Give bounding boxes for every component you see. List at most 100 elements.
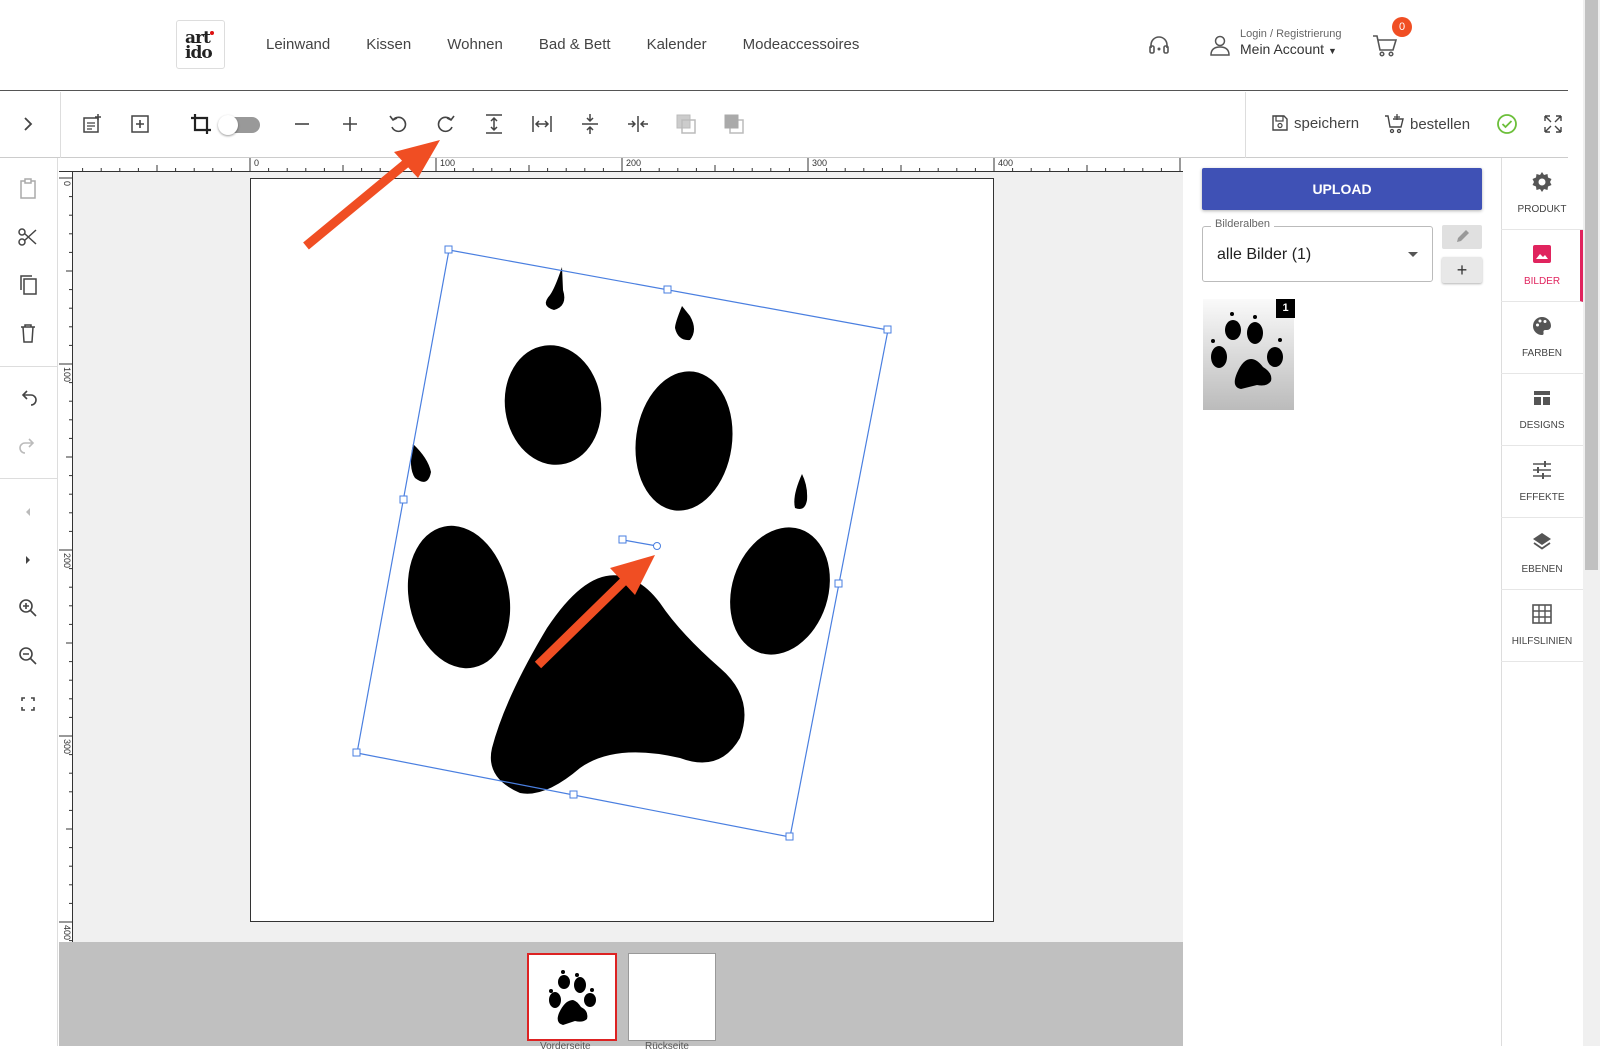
cart-add-icon <box>1385 114 1404 134</box>
center-vertical-icon[interactable] <box>578 112 602 136</box>
nav-bad-bett[interactable]: Bad & Bett <box>539 36 611 53</box>
add-box-icon[interactable] <box>128 112 152 136</box>
headset-icon[interactable] <box>1147 34 1171 58</box>
rnav-label: EFFEKTE <box>1519 492 1565 503</box>
save-label: speichern <box>1294 114 1360 132</box>
annotation-arrow-rotate <box>303 140 440 250</box>
images-panel <box>1183 158 1501 1046</box>
ruler-top-label-300: 300 <box>812 158 828 168</box>
page-scrollbar[interactable] <box>1583 0 1600 1046</box>
nav-leinwand[interactable]: Leinwand <box>266 36 330 53</box>
account-menu[interactable]: Login / Registrierung Mein Account ▼ <box>1240 28 1342 57</box>
user-icon[interactable] <box>1209 34 1231 56</box>
copy-icon[interactable] <box>16 273 40 297</box>
edit-album-button[interactable] <box>1442 225 1482 249</box>
palette-icon <box>1532 317 1551 335</box>
pages-strip <box>59 942 1183 1046</box>
chevron-right-icon[interactable] <box>18 114 38 134</box>
left-divider-2 <box>0 478 58 479</box>
pencil-icon <box>1457 230 1469 242</box>
crop-toggle-switch[interactable] <box>218 115 260 135</box>
gear-icon <box>1532 172 1552 192</box>
fit-screen-icon[interactable] <box>16 692 40 716</box>
chevron-down-icon: ▼ <box>1327 46 1337 57</box>
ruler-top-label-0: 0 <box>254 158 260 168</box>
save-button[interactable]: speichern <box>1270 113 1359 133</box>
nav-wohnen[interactable]: Wohnen <box>447 36 503 53</box>
redo-icon[interactable] <box>16 435 40 459</box>
page-label-front: Vorderseite <box>540 1041 591 1052</box>
zoom-in-icon[interactable] <box>16 596 40 620</box>
artido-logo[interactable]: art ido <box>176 20 225 69</box>
rnav-produkt[interactable]: PRODUKT <box>1501 158 1583 230</box>
nav-kissen[interactable]: Kissen <box>366 36 411 53</box>
page-thumb-front[interactable] <box>527 953 617 1041</box>
rnav-label: BILDER <box>1523 276 1561 287</box>
order-label: bestellen <box>1410 115 1471 133</box>
rnav-label: EBENEN <box>1521 564 1563 575</box>
add-album-button[interactable]: + <box>1442 257 1482 283</box>
bring-forward-icon[interactable] <box>674 112 698 136</box>
rnav-farben[interactable]: FARBEN <box>1501 302 1583 374</box>
rnav-bilder[interactable]: BILDER <box>1501 230 1583 302</box>
logo-line2: ido <box>185 43 213 63</box>
paste-icon[interactable] <box>16 177 40 201</box>
rnav-designs[interactable]: DESIGNS <box>1501 374 1583 446</box>
save-disk-icon <box>1272 115 1288 131</box>
fit-height-icon[interactable] <box>482 112 506 136</box>
fit-width-icon[interactable] <box>530 112 554 136</box>
previous-icon[interactable] <box>16 500 40 524</box>
rnav-hilfslinien[interactable]: HILFSLINIEN <box>1501 590 1583 662</box>
cut-icon[interactable] <box>16 225 40 249</box>
nav-modeaccessoires[interactable]: Modeaccessoires <box>743 36 860 53</box>
page-label-back: Rückseite <box>645 1041 689 1052</box>
nav-kalender[interactable]: Kalender <box>647 36 707 53</box>
left-divider-1 <box>0 366 58 367</box>
ruler-left-label-0: 0 <box>62 181 72 187</box>
check-circle-icon[interactable] <box>1496 113 1518 135</box>
scrollbar-thumb[interactable] <box>1585 0 1598 570</box>
layers-icon <box>1533 533 1551 550</box>
login-register-label: Login / Registrierung <box>1240 28 1342 40</box>
ruler-horizontal-ticks <box>82 158 1181 172</box>
page-thumb-back[interactable] <box>628 953 716 1041</box>
toolbar-divider <box>60 92 61 158</box>
cart-icon[interactable] <box>1372 34 1398 58</box>
rnav-effekte[interactable]: EFFEKTE <box>1501 446 1583 518</box>
upload-button[interactable]: UPLOAD <box>1202 168 1482 210</box>
cart-count-badge: 0 <box>1392 17 1412 37</box>
ruler-left-label-400: 400 <box>62 925 72 941</box>
rnav-label: FARBEN <box>1521 348 1562 359</box>
fullscreen-icon[interactable] <box>1542 113 1564 135</box>
send-backward-icon[interactable] <box>722 112 746 136</box>
undo-icon[interactable] <box>16 387 40 411</box>
dropdown-arrow-icon <box>1408 252 1418 257</box>
delete-icon[interactable] <box>16 321 40 345</box>
ruler-top-label-400: 400 <box>998 158 1014 168</box>
image-icon <box>1533 245 1551 263</box>
toggle-knob <box>218 115 238 135</box>
designs-icon <box>1534 391 1550 405</box>
crop-icon[interactable] <box>189 112 213 136</box>
next-icon[interactable] <box>16 548 40 572</box>
ruler-horizontal <box>59 158 1183 172</box>
ruler-left-label-200: 200 <box>62 553 72 569</box>
ruler-top-label-200: 200 <box>626 158 642 168</box>
rnav-label: DESIGNS <box>1519 420 1565 431</box>
zoom-out-icon[interactable] <box>16 644 40 668</box>
ruler-left-label-300: 300 <box>62 739 72 755</box>
rnav-ebenen[interactable]: EBENEN <box>1501 518 1583 590</box>
logo-dot <box>210 31 214 35</box>
center-horizontal-icon[interactable] <box>626 112 650 136</box>
ruler-left-label-100: 100 <box>62 367 72 383</box>
album-select-value: alle Bilder (1) <box>1217 246 1312 263</box>
grid-icon <box>1532 604 1552 624</box>
sliders-icon <box>1533 461 1551 479</box>
paw-thumb-icon <box>549 970 596 1025</box>
my-account-label: Mein Account ▼ <box>1240 41 1337 58</box>
add-text-icon[interactable] <box>80 112 104 136</box>
order-button[interactable]: bestellen <box>1384 113 1470 135</box>
rnav-label: PRODUKT <box>1517 204 1567 215</box>
annotation-arrow-handle <box>534 555 655 669</box>
main-nav: Leinwand Kissen Wohnen Bad & Bett Kalend… <box>266 36 895 53</box>
